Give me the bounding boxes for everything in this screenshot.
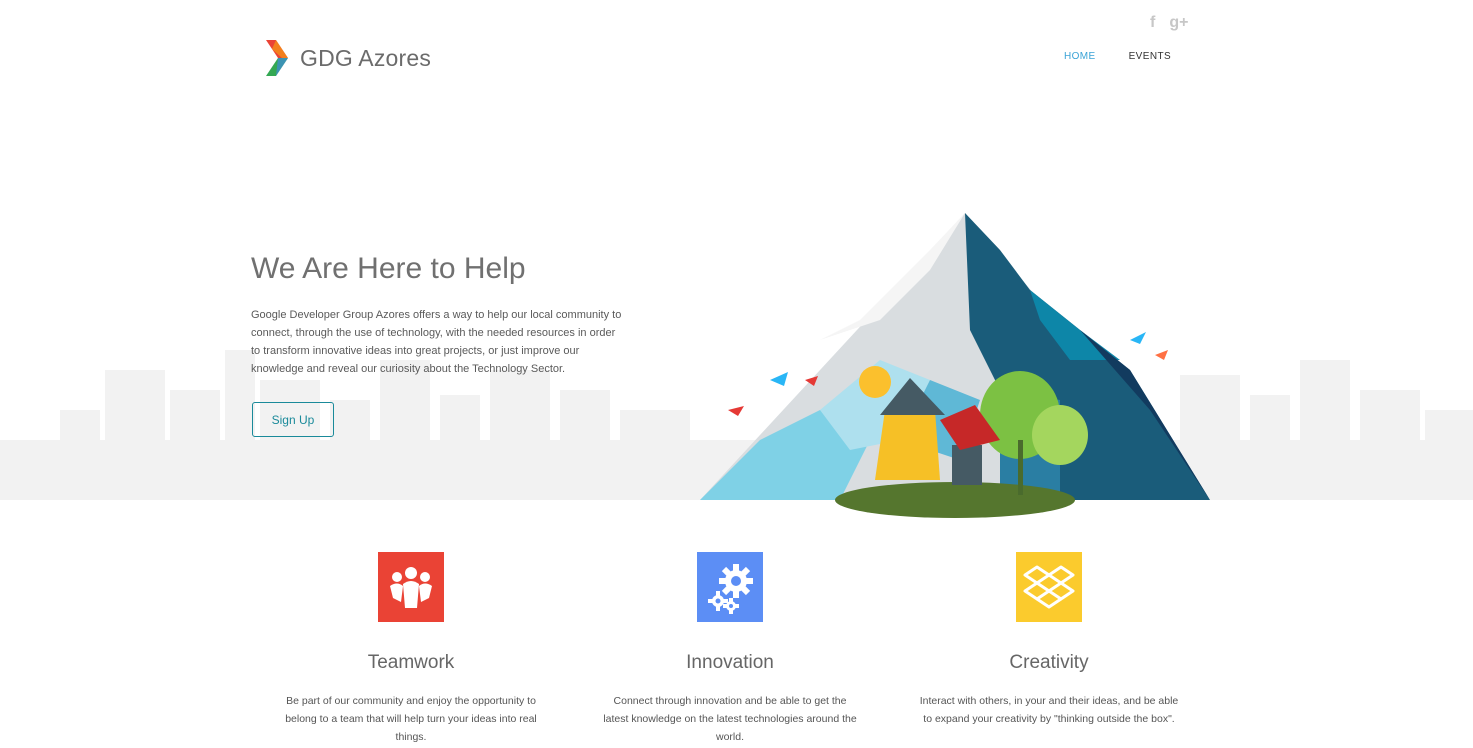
- feature-title: Teamwork: [367, 652, 455, 673]
- team-icon: [378, 552, 444, 622]
- feature-title: Creativity: [1009, 652, 1089, 673]
- main-nav: HOME EVENTS: [1064, 51, 1171, 62]
- feature-title: Innovation: [686, 652, 774, 673]
- gears-icon: [697, 552, 763, 622]
- logo[interactable]: GDG Azores: [266, 40, 431, 76]
- feature-innovation: Innovation Connect through innovation an…: [600, 552, 860, 746]
- google-plus-icon[interactable]: g+: [1169, 14, 1188, 32]
- hero-description: Google Developer Group Azores offers a w…: [251, 309, 622, 375]
- gdg-chevron-icon: [266, 40, 288, 76]
- feature-teamwork: Teamwork Be part of our community and en…: [281, 552, 541, 746]
- sign-up-button[interactable]: Sign Up: [252, 402, 334, 437]
- feature-text: Be part of our community and enjoy the o…: [285, 695, 537, 743]
- social-links: f g+: [1150, 14, 1188, 32]
- nav-home[interactable]: HOME: [1064, 51, 1096, 62]
- feature-text: Connect through innovation and be able t…: [603, 695, 857, 743]
- mountain-house-illustration: [700, 213, 1210, 518]
- nav-events[interactable]: EVENTS: [1129, 51, 1171, 62]
- hero-title: We Are Here to Help: [251, 252, 526, 285]
- feature-text: Interact with others, in your and their …: [919, 695, 1179, 725]
- facebook-icon[interactable]: f: [1150, 14, 1155, 32]
- box-icon: [1016, 552, 1082, 622]
- logo-text: GDG Azores: [300, 44, 432, 71]
- feature-creativity: Creativity Interact with others, in your…: [919, 552, 1179, 728]
